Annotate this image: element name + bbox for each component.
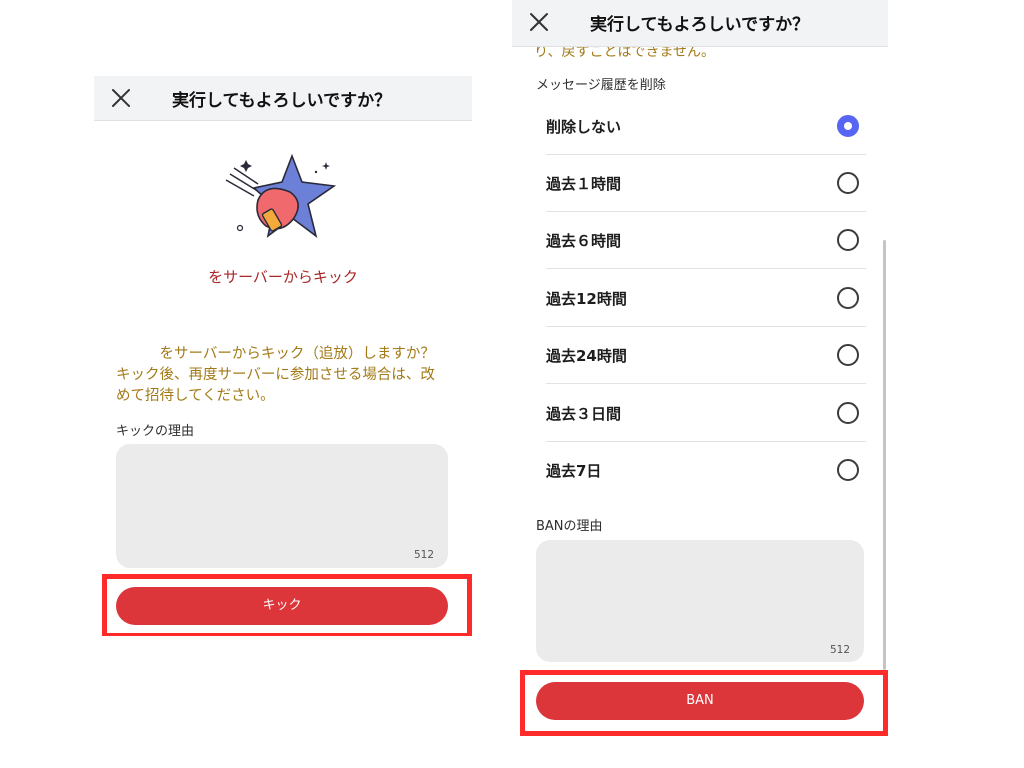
kick-dialog: 実行してもよろしいですか？ をサーバーからキック をサーバーからキック（追放）し… [94, 76, 472, 636]
radio-selected-icon[interactable] [837, 115, 859, 137]
dialog-header: 実行してもよろしいですか？ [512, 0, 888, 47]
scrollbar[interactable] [883, 240, 886, 670]
close-icon[interactable] [110, 87, 132, 109]
dialog-title: 実行してもよろしいですか？ [590, 15, 810, 35]
history-option[interactable]: 削除しない [536, 98, 866, 155]
radio-unselected-icon[interactable] [837, 287, 859, 309]
char-counter: 512 [413, 549, 434, 561]
history-option[interactable]: 過去12時間 [536, 270, 866, 327]
kick-description: をサーバーからキック（追放）しますか？ キック後、再度サーバーに参加させる場合は… [116, 346, 450, 404]
kick-target-title: をサーバーからキック [208, 268, 358, 286]
option-label: 過去12時間 [546, 290, 627, 308]
divider [546, 383, 866, 384]
option-label: 削除しない [546, 118, 622, 136]
kick-button[interactable]: キック [116, 587, 448, 625]
dialog-header: 実行してもよろしいですか？ [94, 76, 472, 121]
radio-unselected-icon[interactable] [837, 172, 859, 194]
ban-button[interactable]: BAN [536, 682, 864, 720]
kick-reason-label: キックの理由 [116, 424, 195, 439]
option-label: 過去６時間 [546, 232, 622, 250]
ban-dialog: り、戻すことはできません。 実行してもよろしいですか？ メッセージ履歴を削除 削… [512, 0, 888, 736]
message-history-label: メッセージ履歴を削除 [536, 78, 666, 93]
option-label: 過去24時間 [546, 347, 627, 365]
history-option[interactable]: 過去３日間 [536, 385, 866, 442]
char-counter: 512 [829, 644, 850, 656]
radio-unselected-icon[interactable] [837, 459, 859, 481]
history-option[interactable]: 過去24時間 [536, 327, 866, 384]
kick-star-illustration [225, 153, 337, 238]
option-label: 過去３日間 [546, 405, 622, 423]
divider [546, 268, 866, 269]
close-icon[interactable] [528, 11, 550, 33]
history-option[interactable]: 過去7日 [536, 442, 866, 499]
history-option[interactable]: 過去６時間 [536, 212, 866, 269]
history-option[interactable]: 過去１時間 [536, 155, 866, 212]
radio-unselected-icon[interactable] [837, 344, 859, 366]
ban-reason-label: BANの理由 [536, 519, 603, 534]
option-label: 過去１時間 [546, 175, 622, 193]
radio-unselected-icon[interactable] [837, 402, 859, 424]
ban-reason-input[interactable]: 512 [536, 540, 864, 662]
option-label: 過去7日 [546, 462, 602, 480]
dialog-title: 実行してもよろしいですか？ [172, 91, 392, 111]
radio-unselected-icon[interactable] [837, 229, 859, 251]
kick-reason-input[interactable]: 512 [116, 444, 448, 568]
